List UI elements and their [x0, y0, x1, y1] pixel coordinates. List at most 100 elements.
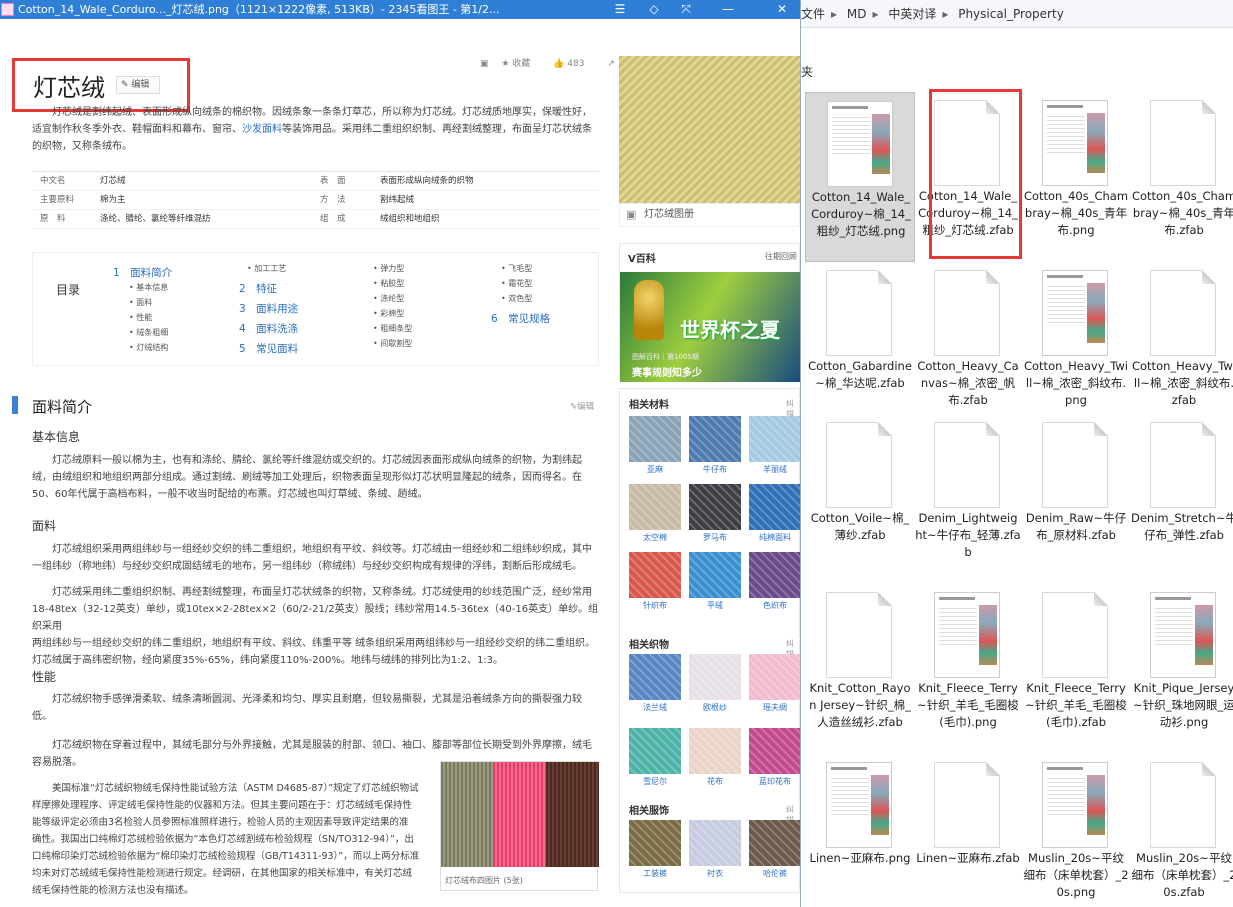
related-item-image[interactable]	[749, 416, 800, 462]
toc-subitem[interactable]: • 间歇割型	[373, 338, 412, 349]
file-item[interactable]: Linen~亚麻布.png	[805, 754, 915, 907]
toc-subitem[interactable]: • 基本信息	[129, 282, 168, 293]
viewer-titlebar[interactable]: Cotton_14_Wale_Corduro..._灯芯绒.png（1121×1…	[0, 0, 800, 19]
related-item-image[interactable]	[749, 552, 800, 598]
related-item-label[interactable]: 花布	[689, 776, 741, 787]
related-item-image[interactable]	[629, 654, 681, 700]
file-item[interactable]: Denim_Stretch~牛仔布_弹性.zfab	[1129, 414, 1233, 584]
toc-subitem[interactable]: • 粘胶型	[373, 278, 404, 289]
related-item-image[interactable]	[629, 820, 681, 866]
minimize-button[interactable]: —	[714, 0, 742, 19]
related-item-image[interactable]	[629, 484, 681, 530]
toc-subitem[interactable]: • 加工工艺	[247, 263, 286, 274]
related-item-label[interactable]: 纯棉面料	[749, 532, 800, 543]
related-item-image[interactable]	[689, 654, 741, 700]
file-item[interactable]: Cotton_Gabardine~棉_华达呢.zfab	[805, 262, 915, 432]
file-item[interactable]: Denim_Lightweight~牛仔布_轻薄.zfab	[913, 414, 1023, 584]
vbaike-banner[interactable]: 世界杯之夏 图解百科｜第1005期 赛事规则知多少	[620, 272, 800, 382]
fullscreen-icon[interactable]: ⤧	[672, 0, 700, 19]
skin-icon[interactable]: ◇	[640, 0, 668, 19]
related-item-image[interactable]	[689, 484, 741, 530]
toc-item[interactable]: 1 面料简介	[113, 265, 172, 280]
file-item[interactable]: Muslin_20s~平纹细布（床单枕套）_20s.png	[1021, 754, 1131, 907]
related-item-image[interactable]	[689, 820, 741, 866]
file-item[interactable]: Linen~亚麻布.zfab	[913, 754, 1023, 907]
album-caption-bar[interactable]: ▣ 灯芯绒图册	[619, 203, 800, 227]
toc-subitem[interactable]: • 涤纶型	[373, 293, 404, 304]
vbaike-more-link[interactable]: 往期回顾	[765, 251, 797, 262]
related-item-label[interactable]: 牛仔布	[689, 464, 741, 475]
file-item[interactable]: Knit_Fleece_Terry~针织_羊毛_毛圈梭(毛巾).zfab	[1021, 584, 1131, 754]
file-item[interactable]: Knit_Pique_Jersey~针织_珠地网眼_运动衫.png	[1129, 584, 1233, 754]
related-item-image[interactable]	[629, 552, 681, 598]
toc-item[interactable]: 3 面料用途	[239, 301, 298, 316]
related-item-label[interactable]: 平绒	[689, 600, 741, 611]
toc-subitem[interactable]: • 性能	[129, 312, 152, 323]
related-item-label[interactable]: 羊丽绒	[749, 464, 800, 475]
related-item-image[interactable]	[749, 820, 800, 866]
breadcrumb-item[interactable]: MD	[847, 7, 867, 21]
related-item-label[interactable]: 工装裤	[629, 868, 681, 879]
related-item-label[interactable]: 哈伦裤	[749, 868, 800, 879]
related-item-label[interactable]: 雪尼尔	[629, 776, 681, 787]
section-edit-button[interactable]: ✎编辑	[570, 400, 594, 412]
related-item-image[interactable]	[749, 728, 800, 774]
toc-subitem[interactable]: • 彩棉型	[373, 308, 404, 319]
file-item[interactable]: Cotton_Heavy_Canvas~棉_浓密_帆布.zfab	[913, 262, 1023, 432]
file-item[interactable]: Cotton_40s_Chambray~棉_40s_青年布.zfab	[1129, 92, 1233, 262]
related-item-label[interactable]: 针织布	[629, 600, 681, 611]
related-item-image[interactable]	[749, 484, 800, 530]
toc-item[interactable]: 4 面料洗涤	[239, 321, 298, 336]
fabric-figure[interactable]: 灯芯绒布四图片 (5张)	[440, 761, 599, 891]
file-item[interactable]: Muslin_20s~平纹细布（床单枕套）_20s.zfab	[1129, 754, 1233, 907]
related-item-image[interactable]	[689, 416, 741, 462]
like-button[interactable]: 👍 483	[553, 59, 594, 69]
sofa-fabric-link[interactable]: 沙发面料	[242, 124, 282, 135]
related-item-label[interactable]: 衬衣	[689, 868, 741, 879]
toc-item[interactable]: 6 常见规格	[491, 311, 550, 326]
bookmark-icon[interactable]: ▣	[480, 59, 489, 69]
file-item[interactable]: Knit_Fleece_Terry~针织_羊毛_毛圈梭(毛巾).png	[913, 584, 1023, 754]
related-item-label[interactable]: 色织布	[749, 600, 800, 611]
related-item-label[interactable]: 亚麻	[629, 464, 681, 475]
toc-subitem[interactable]: • 面料	[129, 297, 152, 308]
toc-subitem[interactable]: • 飞毛型	[501, 263, 532, 274]
toc-item[interactable]: 5 常见面料	[239, 341, 298, 356]
related-item-image[interactable]	[629, 416, 681, 462]
related-item-image[interactable]	[629, 728, 681, 774]
collect-button[interactable]: ★ 收藏	[501, 59, 540, 69]
breadcrumb-item[interactable]: Physical_Property	[958, 7, 1064, 21]
file-item[interactable]: Cotton_Heavy_Twill~棉_浓密_斜纹布.zfab	[1129, 262, 1233, 432]
file-item[interactable]: Denim_Raw~牛仔布_原材料.zfab	[1021, 414, 1131, 584]
toc-subitem[interactable]: • 弹力型	[373, 263, 404, 274]
toc-subitem[interactable]: • 绒条粗细	[129, 327, 168, 338]
edit-button[interactable]: ✎ 编辑	[116, 76, 160, 94]
related-item-label[interactable]: 法兰绒	[629, 702, 681, 713]
related-item-label[interactable]: 罗马布	[689, 532, 741, 543]
toc-subitem-label: 基本信息	[136, 283, 169, 292]
toc-subitem[interactable]: • 灯绒结构	[129, 342, 168, 353]
related-item-label[interactable]: 蓝印花布	[749, 776, 800, 787]
toc-subitem[interactable]: • 双色型	[501, 293, 532, 304]
related-item-label[interactable]: 瑶夫绸	[749, 702, 800, 713]
file-item[interactable]: Cotton_14_Wale_Corduroy~棉_14_粗纱_灯芯绒.png	[805, 92, 915, 262]
toc-subitem[interactable]: • 霜花型	[501, 278, 532, 289]
file-item[interactable]: Knit_Cotton_Rayon Jersey~针织_棉_人造丝绒衫.zfab	[805, 584, 915, 754]
image-canvas[interactable]: 灯芯绒 ✎ 编辑 ▣ ★ 收藏 👍 483 ↗ 17 灯芯绒是割纬起绒、表面形成…	[10, 38, 800, 907]
file-item[interactable]: Cotton_Voile~棉_薄纱.zfab	[805, 414, 915, 584]
album-image[interactable]	[619, 56, 800, 226]
menu-icon[interactable]: ☰	[606, 0, 634, 19]
address-bar[interactable]: 文件 ▸ MD ▸ 中英对译 ▸ Physical_Property	[801, 0, 1233, 28]
related-item-image[interactable]	[689, 728, 741, 774]
related-item-label[interactable]: 欧根纱	[689, 702, 741, 713]
breadcrumb-item[interactable]: 文件	[801, 7, 825, 21]
close-button[interactable]: ✕	[768, 0, 796, 19]
file-item[interactable]: Cotton_40s_Chambray~棉_40s_青年布.png	[1021, 92, 1131, 262]
related-item-image[interactable]	[689, 552, 741, 598]
toc-item[interactable]: 2 特征	[239, 281, 277, 296]
related-item-label[interactable]: 太空棉	[629, 532, 681, 543]
file-item[interactable]: Cotton_Heavy_Twill~棉_浓密_斜纹布.png	[1021, 262, 1131, 432]
toc-subitem[interactable]: • 粗细条型	[373, 323, 412, 334]
related-item-image[interactable]	[749, 654, 800, 700]
breadcrumb-item[interactable]: 中英对译	[888, 7, 936, 21]
